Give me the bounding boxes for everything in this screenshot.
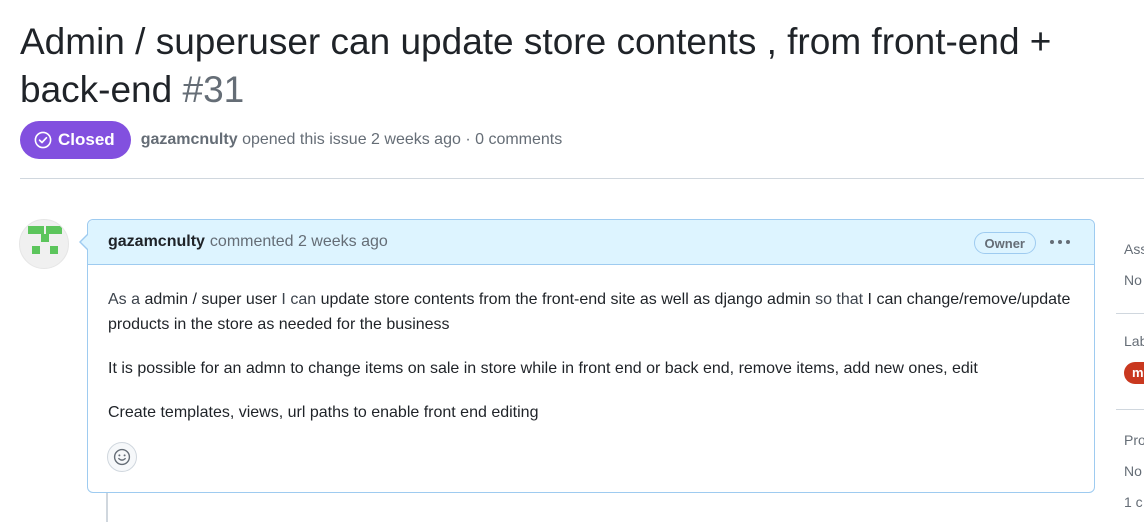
text-run: update store contents from the front-end… bbox=[320, 291, 811, 308]
comment-paragraph-2: It is possible for an admn to change ite… bbox=[108, 360, 978, 377]
issue-author-link[interactable]: gazamcnulty bbox=[141, 131, 238, 148]
issue-title-text: Admin / superuser can update store conte… bbox=[20, 21, 1052, 110]
sidebar-projects-label[interactable]: Pro bbox=[1124, 432, 1144, 448]
state-badge: Closed bbox=[20, 121, 131, 159]
text-run: As a bbox=[108, 291, 145, 308]
sidebar-labels-label[interactable]: Lab bbox=[1124, 333, 1144, 349]
sidebar-assignees-label[interactable]: Ass bbox=[1124, 241, 1144, 257]
sidebar-divider bbox=[1116, 313, 1144, 314]
issue-meta-text: gazamcnulty opened this issue 2 weeks ag… bbox=[141, 131, 563, 149]
issue-number: #31 bbox=[182, 69, 245, 110]
check-circle-icon bbox=[34, 131, 52, 149]
owner-badge: Owner bbox=[973, 232, 1036, 254]
comment-paragraph-3: Create templates, views, url paths to en… bbox=[108, 404, 539, 421]
add-reaction-button[interactable] bbox=[107, 442, 137, 472]
state-label: Closed bbox=[58, 130, 115, 149]
text-run: admin / super user bbox=[144, 291, 277, 308]
identicon-avatar-icon bbox=[28, 226, 62, 254]
issue-title: Admin / superuser can update store conte… bbox=[20, 18, 1130, 114]
avatar[interactable] bbox=[19, 219, 69, 269]
issue-meta: Closed gazamcnulty opened this issue 2 w… bbox=[20, 121, 562, 159]
comment-box: gazamcnulty commented 2 weeks ago Owner … bbox=[79, 219, 1095, 493]
comment-header: gazamcnulty commented 2 weeks ago Owner bbox=[88, 220, 1094, 265]
text-run: so that bbox=[810, 291, 868, 308]
comment-timestamp[interactable]: commented 2 weeks ago bbox=[210, 233, 388, 251]
comment-author-link[interactable]: gazamcnulty bbox=[108, 233, 205, 251]
label-tag[interactable]: m bbox=[1124, 362, 1144, 384]
comment-body: As a admin / super user I can update sto… bbox=[88, 265, 1094, 425]
sidebar-assignees-value: No bbox=[1124, 272, 1142, 288]
comment-paragraph-1: As a admin / super user I can update sto… bbox=[108, 287, 1074, 337]
text-run: I can bbox=[276, 291, 321, 308]
smiley-icon bbox=[113, 448, 131, 466]
timeline-line bbox=[106, 492, 108, 522]
sidebar-extra-value: 1 c bbox=[1124, 494, 1143, 509]
issue-meta-detail: opened this issue 2 weeks ago · 0 commen… bbox=[242, 131, 563, 148]
sidebar-projects-value: No bbox=[1124, 463, 1142, 479]
kebab-horizontal-icon[interactable] bbox=[1048, 232, 1072, 252]
header-divider bbox=[20, 178, 1144, 179]
sidebar-divider bbox=[1116, 409, 1144, 410]
issue-sidebar: Ass No Lab m Pro No 1 c bbox=[1116, 0, 1144, 509]
